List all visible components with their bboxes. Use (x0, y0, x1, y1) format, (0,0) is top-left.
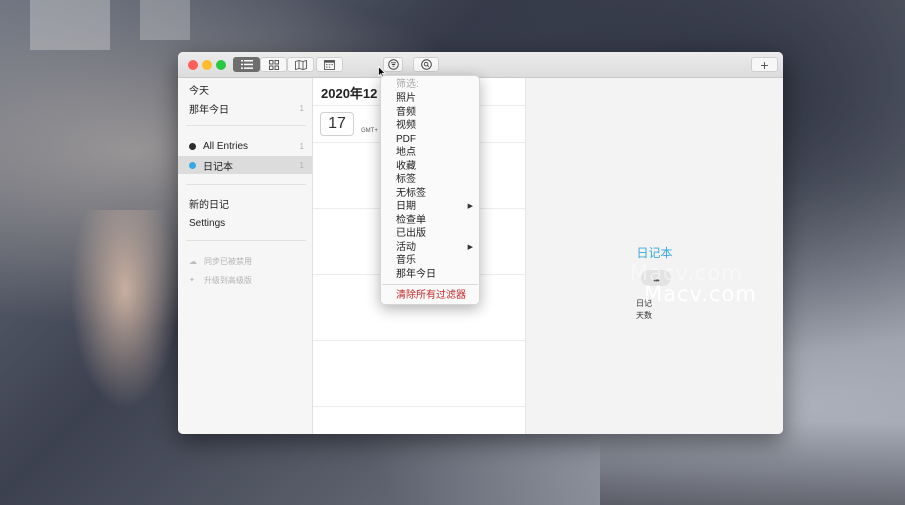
sidebar-item-all-entries[interactable]: All Entries 1 (189, 138, 304, 154)
wallpaper-hand (70, 210, 180, 410)
divider (186, 184, 306, 185)
map-view-button[interactable] (287, 57, 314, 72)
submenu-arrow-icon: ▶ (467, 203, 473, 210)
filter-menu-item[interactable]: 无标签 (396, 187, 473, 200)
filter-menu-item-date[interactable]: 日期 ▶ (396, 200, 473, 213)
sidebar-item-label: 今天 (189, 85, 209, 97)
clear-all-filters-item[interactable]: 清除所有过滤器 (396, 289, 473, 302)
app-window: + 今天 那年今日 1 All Entries 1 日记本 1 新的日记 Set… (178, 52, 783, 434)
filter-menu-item[interactable]: 那年今日 (396, 268, 473, 281)
filter-menu-item[interactable]: 视频 (396, 119, 473, 132)
search-icon (420, 59, 432, 70)
sync-status: ☁ 同步已被禁用 (189, 253, 304, 269)
sidebar-item-on-this-day[interactable]: 那年今日 1 (189, 100, 304, 116)
filter-menu-item[interactable]: 照片 (396, 92, 473, 105)
divider (186, 125, 306, 126)
filter-button[interactable] (383, 57, 403, 72)
star-icon: ✦ (189, 277, 195, 284)
wallpaper-window-pane (140, 0, 190, 40)
sidebar-item-count: 1 (299, 103, 304, 113)
submenu-arrow-icon: ▶ (467, 243, 473, 251)
cloud-off-icon: ☁ (189, 256, 197, 266)
sidebar-item-journal[interactable]: 日记本 1 (189, 157, 304, 173)
sidebar-item-count: 1 (299, 141, 304, 151)
journal-title[interactable]: 日记本 (526, 244, 783, 261)
filter-menu-item[interactable]: 音乐 (396, 254, 473, 267)
calendar-view-icon (324, 59, 335, 70)
search-button[interactable] (413, 57, 439, 72)
filter-menu-item[interactable]: 地点 (396, 146, 473, 159)
day-badge: 17 (320, 112, 354, 136)
filter-icon (387, 59, 399, 70)
sidebar-item-label: 日记本 (203, 161, 233, 173)
timezone-label: GMT+ (361, 128, 378, 134)
sync-disabled-label: 同步已被禁用 (204, 256, 252, 266)
detail-pane: 日记本 ••• 日记 天数 (526, 78, 783, 434)
journal-color-dot (189, 161, 196, 169)
filter-menu-item[interactable]: 标签 (396, 173, 473, 186)
new-journal-button[interactable]: 新的日记 (189, 195, 304, 211)
divider (313, 406, 525, 407)
upgrade-label: 升级到高级版 (203, 275, 252, 285)
title-bar: + (178, 52, 783, 78)
map-view-icon (294, 59, 307, 70)
day-number: 17 (328, 115, 346, 132)
upgrade-premium-link[interactable]: ✦ 升级到高级版 (189, 272, 304, 288)
journal-color-dot (189, 142, 196, 150)
plus-icon: + (760, 56, 769, 73)
calendar-view-button[interactable] (316, 57, 343, 72)
filter-menu-item[interactable]: 收藏 (396, 160, 473, 173)
sidebar-item-label: Settings (189, 217, 226, 229)
sidebar-item-label: All Entries (203, 140, 249, 152)
sidebar-item-label: 那年今日 (189, 104, 229, 116)
filter-menu: 筛选: 照片 音频 视频 PDF 地点 收藏 标签 无标签 日期 ▶ 检查单 已出… (380, 75, 480, 305)
settings-button[interactable]: Settings (189, 215, 304, 231)
grid-view-icon (268, 59, 279, 70)
filter-menu-item-activity[interactable]: 活动 ▶ (396, 241, 473, 254)
minimize-button[interactable] (202, 60, 212, 70)
list-view-icon (240, 60, 253, 69)
close-button[interactable] (188, 60, 198, 70)
month-header: 2020年12 (321, 86, 378, 101)
filter-menu-title: 筛选: (396, 79, 419, 90)
filter-menu-item[interactable]: 音频 (396, 106, 473, 119)
menu-divider (382, 284, 478, 285)
filter-menu-item[interactable]: 检查单 (396, 214, 473, 227)
divider (313, 340, 525, 341)
sidebar-item-label: 新的日记 (189, 199, 229, 211)
filter-menu-item[interactable]: PDF (396, 133, 473, 146)
grid-view-button[interactable] (260, 57, 287, 72)
zoom-button[interactable] (216, 60, 226, 70)
stat-label: 天数 (636, 311, 652, 320)
sidebar: 今天 那年今日 1 All Entries 1 日记本 1 新的日记 Setti… (178, 78, 313, 434)
watermark-text: Macv.com (644, 282, 757, 306)
sidebar-item-count: 1 (299, 160, 304, 170)
wallpaper-window-pane (30, 0, 110, 50)
sidebar-item-today[interactable]: 今天 (189, 81, 304, 97)
filter-menu-item[interactable]: 已出版 (396, 227, 473, 240)
list-view-button[interactable] (233, 57, 260, 72)
add-entry-button[interactable]: + (751, 57, 778, 72)
divider (186, 240, 306, 241)
